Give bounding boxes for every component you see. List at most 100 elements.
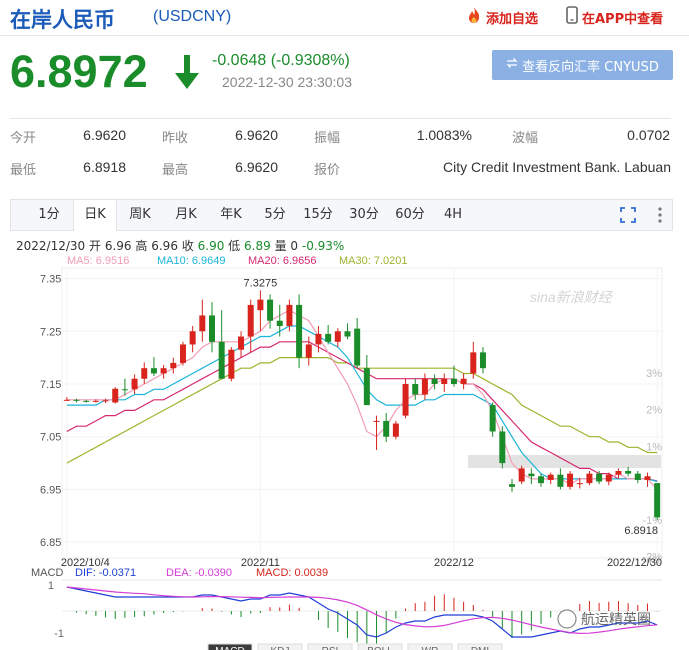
candle-body: [557, 474, 564, 487]
candle: [179, 341, 186, 366]
indicator-tab[interactable]: RSI: [307, 643, 353, 650]
fullscreen-icon[interactable]: [619, 206, 637, 229]
tab-1min[interactable]: 1分: [33, 200, 65, 230]
quote-source-value: City Credit Investment Bank. Labuan: [442, 159, 671, 175]
reverse-rate-button[interactable]: 查看反向汇率 CNYUSD: [492, 50, 673, 80]
open-in-app-button[interactable]: 在APP中查看: [566, 5, 663, 29]
quote-source-label: 报价: [314, 163, 341, 178]
tab-15min[interactable]: 15分: [301, 200, 335, 230]
y-tick-label: 7.35: [40, 274, 61, 286]
candle: [470, 341, 477, 379]
candle-body: [112, 388, 119, 403]
candle-body: [315, 333, 322, 345]
flame-icon: [466, 6, 482, 29]
candle: [189, 326, 196, 353]
reverse-rate-label: 查看反向汇率 CNYUSD: [522, 59, 659, 75]
candle-body: [179, 344, 186, 363]
candle-body: [615, 471, 622, 475]
candle: [654, 483, 661, 521]
candle: [112, 387, 119, 404]
indicator-tabs: MACD KDJ RSI BOLL WR DMI: [207, 643, 503, 650]
candle-body: [373, 420, 380, 422]
indicator-tab[interactable]: MACD: [207, 643, 253, 650]
account-watermark: 航运精英圈: [557, 609, 651, 629]
candle-body: [383, 420, 390, 437]
indicator-tab-label: KDJ: [271, 646, 290, 650]
candle-body: [199, 315, 206, 332]
ma30-legend: MA30: 7.0201: [339, 255, 408, 267]
candle: [567, 471, 574, 490]
plot-frame: [61, 267, 663, 559]
wechat-icon: [557, 609, 577, 629]
candle-body: [450, 378, 457, 384]
candle-body: [431, 378, 438, 384]
tab-weekly-k[interactable]: 周K: [123, 200, 157, 230]
candle: [344, 323, 351, 340]
tab-monthly-k[interactable]: 月K: [169, 200, 203, 230]
candle: [257, 290, 264, 332]
candle: [625, 466, 632, 477]
indicator-tab-label: BOLL: [367, 646, 393, 650]
high-value: 6.9620: [235, 159, 278, 175]
x-tick-label: 2022/12: [434, 557, 474, 569]
macd-tick-top: 1: [48, 580, 54, 592]
candle: [402, 378, 409, 419]
indicator-tab[interactable]: BOLL: [357, 643, 403, 650]
candle: [489, 402, 496, 437]
candle-body: [131, 378, 138, 390]
candle: [644, 472, 651, 487]
candle-body: [479, 352, 486, 369]
more-options-icon[interactable]: [657, 206, 663, 229]
candle: [325, 324, 332, 345]
open-label: 今开: [10, 131, 37, 146]
swap-icon: [506, 57, 518, 73]
indicator-tab[interactable]: DMI: [457, 643, 503, 650]
period-tabs: 1分 日K 周K 月K 年K 5分 15分 30分 60分 4H: [10, 199, 673, 231]
candle: [373, 415, 380, 450]
candle-body: [83, 400, 90, 402]
candle-body: [354, 328, 361, 366]
candle: [460, 373, 467, 390]
prev-close-label: 昨收: [162, 131, 189, 146]
quote-timestamp: 2022-12-30 23:30:03: [222, 74, 352, 90]
candle: [528, 468, 535, 485]
y-tick-label: 6.85: [40, 537, 61, 549]
ma20-legend: MA20: 6.9656: [248, 255, 317, 267]
candle-body: [63, 399, 70, 401]
sina-watermark: sina新浪财经: [530, 289, 614, 305]
add-favorite-button[interactable]: 添加自选: [466, 6, 538, 28]
candle: [518, 465, 525, 485]
tab-60min[interactable]: 60分: [391, 200, 429, 230]
add-favorite-label: 添加自选: [486, 11, 539, 27]
candle-body: [576, 483, 583, 485]
candle-body: [344, 331, 351, 337]
candle: [479, 347, 486, 374]
tab-daily-k[interactable]: 日K: [73, 200, 117, 231]
tab-5min[interactable]: 5分: [258, 200, 292, 230]
tab-30min[interactable]: 30分: [345, 200, 383, 230]
macd-tick-bottom: -1: [54, 628, 64, 640]
wave-value: 0.0702: [627, 127, 670, 143]
candle: [499, 426, 506, 469]
tab-yearly-k[interactable]: 年K: [214, 200, 248, 230]
candle: [509, 478, 515, 493]
candle: [209, 302, 215, 353]
candle-body: [654, 483, 661, 518]
quote-stats: 今开 6.9620 昨收 6.9620 振幅 1.0083% 波幅 0.0702…: [10, 118, 671, 184]
candle: [412, 378, 419, 400]
candle-body: [73, 399, 80, 401]
kline-chart[interactable]: MA5: 6.9516 MA10: 6.9649 MA20: 6.9656 MA…: [0, 250, 689, 650]
indicator-tab[interactable]: KDJ: [257, 643, 303, 650]
pct-tick-label: 1%: [646, 441, 662, 453]
low-value: 6.8918: [83, 159, 126, 175]
candle: [247, 299, 254, 353]
candle-body: [499, 431, 506, 464]
candle-body: [305, 344, 312, 358]
candle-body: [489, 405, 496, 432]
tab-4h[interactable]: 4H: [438, 200, 468, 230]
phone-icon: [566, 5, 578, 29]
candle-body: [189, 331, 196, 345]
indicator-tab[interactable]: WR: [407, 643, 453, 650]
candle: [218, 310, 225, 379]
candle-body: [286, 304, 293, 326]
